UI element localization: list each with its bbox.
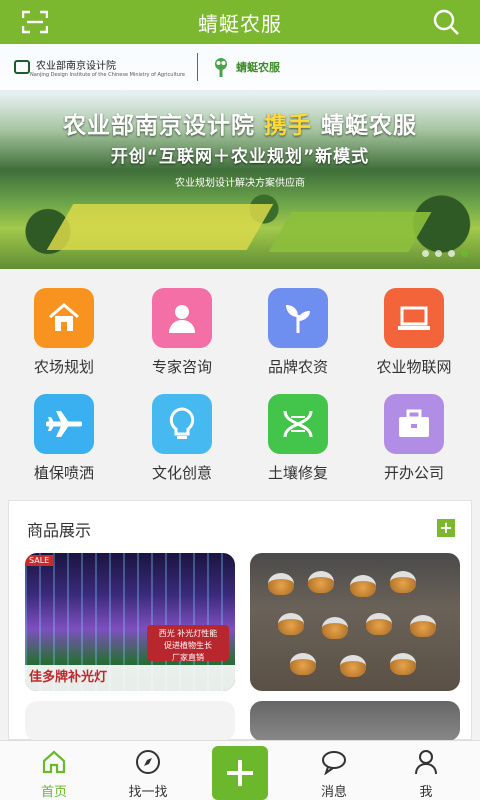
flask-image bbox=[410, 615, 436, 637]
section-title: 商品展示 bbox=[27, 521, 92, 540]
brand-name: 蜻蜓农服 bbox=[236, 61, 280, 74]
category-label: 植保喷洒 bbox=[33, 464, 94, 482]
category-label: 文化创意 bbox=[151, 464, 212, 482]
promo-line2: 厂家直销 bbox=[172, 653, 204, 662]
headline-part1: 农业部南京设计院 bbox=[62, 113, 255, 139]
category-farm-planning[interactable]: 农场规划 bbox=[4, 276, 124, 376]
sprout-icon bbox=[268, 288, 328, 348]
promo-line1: 促进植物生长 bbox=[164, 641, 212, 650]
user-icon bbox=[415, 750, 437, 775]
house-icon bbox=[34, 288, 94, 348]
flask-image bbox=[268, 573, 294, 595]
tab-find[interactable]: 找一找 bbox=[100, 741, 196, 800]
category-crop-spraying[interactable]: 植保喷洒 bbox=[4, 382, 124, 482]
category-iot[interactable]: 农业物联网 bbox=[354, 276, 474, 376]
add-button[interactable] bbox=[212, 746, 268, 800]
flask-image bbox=[350, 575, 376, 597]
institute-english-name: Nanjing Design Institute of the Chinese … bbox=[30, 71, 185, 78]
banner-field bbox=[268, 212, 432, 252]
flask-image bbox=[290, 653, 316, 675]
tab-label: 我 bbox=[419, 785, 433, 800]
flask-image bbox=[322, 617, 348, 639]
category-brand-supplies[interactable]: 品牌农资 bbox=[238, 276, 358, 376]
carousel-dot[interactable] bbox=[422, 250, 429, 257]
headline-highlight: 携手 bbox=[264, 113, 312, 139]
banner-headline: 农业部南京设计院 携手 蜻蜓农服 bbox=[0, 106, 480, 140]
institute-name: 农业部南京设计院 bbox=[36, 60, 116, 72]
category-label: 品牌农资 bbox=[267, 358, 328, 376]
category-label: 农业物联网 bbox=[376, 358, 452, 376]
institute-logo-icon bbox=[14, 60, 30, 74]
carousel-dot[interactable] bbox=[435, 250, 442, 257]
flask-image bbox=[390, 571, 416, 593]
carousel-dot[interactable] bbox=[448, 250, 455, 257]
category-grid: 农场规划 专家咨询 品牌农资 农业物联网 植保喷洒 文化创意 土壤修复 开办公司 bbox=[0, 276, 480, 494]
category-culture-creative[interactable]: 文化创意 bbox=[122, 382, 242, 482]
promo-tag: 西光 补光灯性能 促进植物生长 厂家直销 bbox=[147, 625, 229, 662]
tab-label: 找一找 bbox=[128, 785, 168, 800]
category-start-company[interactable]: 开办公司 bbox=[354, 382, 474, 482]
flask-image bbox=[366, 613, 392, 635]
page-title: 蜻蜓农服 bbox=[198, 11, 282, 36]
product-caption: 佳多牌补光灯 bbox=[25, 665, 235, 691]
search-icon[interactable] bbox=[432, 8, 460, 36]
category-label: 开办公司 bbox=[383, 464, 444, 482]
sale-badge: SALE bbox=[25, 555, 54, 566]
tab-messages[interactable]: 消息 bbox=[286, 741, 382, 800]
add-icon bbox=[227, 760, 253, 786]
tab-label: 首页 bbox=[40, 785, 67, 800]
home-icon bbox=[42, 750, 66, 774]
app-header: 蜻蜓农服 bbox=[0, 0, 480, 44]
promo-banner[interactable]: 农业部南京设计院 Nanjing Design Institute of the… bbox=[0, 44, 480, 269]
airplane-icon bbox=[34, 394, 94, 454]
banner-logo-strip: 农业部南京设计院 Nanjing Design Institute of the… bbox=[0, 44, 480, 90]
message-icon bbox=[322, 751, 346, 776]
compass-icon bbox=[136, 750, 160, 774]
dragonfly-logo-icon bbox=[215, 58, 227, 77]
product-card[interactable] bbox=[250, 701, 460, 741]
tab-me[interactable]: 我 bbox=[378, 741, 474, 800]
banner-field bbox=[46, 204, 274, 250]
banner-tagline: 农业规划设计解决方案供应商 bbox=[175, 178, 305, 189]
flask-image bbox=[308, 571, 334, 593]
flask-image bbox=[340, 655, 366, 677]
flask-image bbox=[278, 613, 304, 635]
category-soil-repair[interactable]: 土壤修复 bbox=[238, 382, 358, 482]
product-card[interactable] bbox=[250, 553, 460, 691]
tab-home[interactable]: 首页 bbox=[6, 741, 102, 800]
category-label: 土壤修复 bbox=[267, 464, 328, 482]
category-label: 专家咨询 bbox=[151, 358, 212, 376]
briefcase-icon bbox=[384, 394, 444, 454]
carousel-dot-active[interactable] bbox=[461, 250, 468, 257]
laptop-icon bbox=[384, 288, 444, 348]
banner-subheadline: 开创“互联网＋农业规划”新模式 bbox=[110, 147, 370, 167]
dna-icon bbox=[268, 394, 328, 454]
category-label: 农场规划 bbox=[33, 358, 94, 376]
headline-part2: 蜻蜓农服 bbox=[321, 113, 418, 139]
promo-top: 西光 补光灯性能 bbox=[158, 629, 218, 638]
tab-label: 消息 bbox=[320, 785, 347, 800]
category-expert-consult[interactable]: 专家咨询 bbox=[122, 276, 242, 376]
person-icon bbox=[152, 288, 212, 348]
flask-image bbox=[390, 653, 416, 675]
product-showcase: 商品展示 + SALE 西光 补光灯性能 促进植物生长 厂家直销 佳多牌补光灯 bbox=[8, 500, 472, 741]
logo-divider bbox=[197, 53, 198, 81]
carousel-indicator bbox=[422, 250, 468, 257]
plus-icon[interactable]: + bbox=[437, 519, 455, 537]
product-card[interactable]: SALE 西光 补光灯性能 促进植物生长 厂家直销 佳多牌补光灯 bbox=[25, 553, 235, 691]
product-card[interactable] bbox=[25, 701, 235, 741]
scan-icon[interactable] bbox=[21, 10, 49, 34]
lightbulb-icon bbox=[152, 394, 212, 454]
